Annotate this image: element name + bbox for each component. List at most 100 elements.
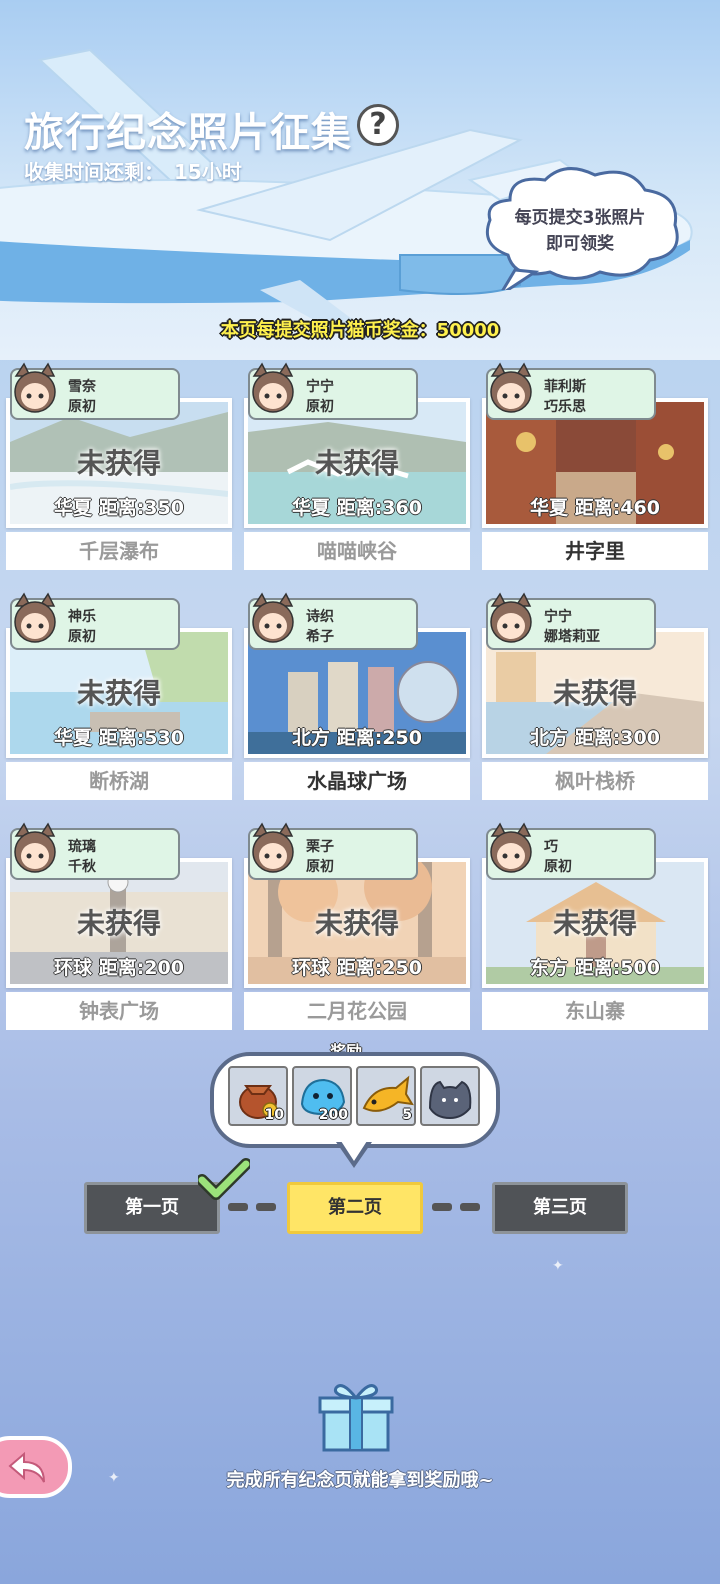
character-avatar-icon	[252, 362, 294, 413]
character-avatar-icon	[14, 822, 56, 873]
character-avatar-icon	[14, 362, 56, 413]
character-name: 栗子	[306, 839, 334, 855]
distance-value: 距离:250	[336, 957, 422, 979]
connector-dash	[432, 1203, 452, 1211]
footer-hint: 完成所有纪念页就能拿到奖励哦~	[226, 1470, 494, 1491]
region-label: 华夏	[292, 497, 331, 519]
cat-plush-icon	[428, 1080, 472, 1120]
location-photo: 北方 距离:250	[248, 632, 466, 754]
distance-text: 北方 距离:250	[248, 723, 466, 750]
reward-item-coin-bag[interactable]: 10	[228, 1066, 288, 1126]
page-title: 旅行纪念照片征集	[24, 110, 352, 156]
photo-card[interactable]: 未获得东方 距离:500 东山寨 巧原初	[482, 822, 708, 1030]
distance-value: 距离:300	[574, 727, 660, 749]
distance-value: 距离:530	[98, 727, 184, 749]
region-label: 华夏	[54, 727, 93, 749]
region-label: 北方	[292, 727, 331, 749]
location-photo: 未获得北方 距离:300	[486, 632, 704, 754]
distance-value: 距离:250	[336, 727, 422, 749]
distance-text: 华夏 距离:360	[248, 493, 466, 520]
photo-card[interactable]: 未获得北方 距离:300 枫叶栈桥 宁宁娜塔莉亚	[482, 592, 708, 800]
character-name: 宁宁	[544, 609, 572, 625]
character-avatar-icon	[490, 592, 532, 643]
photo-card[interactable]: 未获得 环球 距离:200 钟表广场 琉璃 千秋	[6, 822, 232, 1030]
location-name: 断桥湖	[6, 762, 232, 800]
distance-text: 东方 距离:500	[486, 953, 704, 980]
character-outfit: 原初	[306, 859, 334, 875]
location-name: 水晶球广场	[244, 762, 470, 800]
timer-value: 15小时	[174, 160, 242, 184]
status-text: 未获得	[314, 907, 399, 940]
region-label: 华夏	[530, 497, 569, 519]
distance-text: 华夏 距离:350	[10, 493, 228, 520]
location-photo: 未获得环球 距离:250	[248, 862, 466, 984]
character-name: 巧	[544, 839, 558, 855]
distance-text: 华夏 距离:460	[486, 493, 704, 520]
character-outfit: 原初	[544, 859, 572, 875]
gift-box-icon[interactable]	[318, 1380, 394, 1452]
distance-text: 环球 距离:200	[10, 953, 228, 980]
back-button[interactable]	[0, 1436, 72, 1498]
help-icon[interactable]: ?	[357, 104, 399, 146]
character-outfit: 原初	[68, 399, 96, 415]
character-outfit: 希子	[306, 629, 334, 645]
character-name: 琉璃	[68, 839, 96, 855]
status-text: 未获得	[76, 677, 161, 710]
page-3-button[interactable]: 第三页	[492, 1182, 628, 1234]
connector-dash	[256, 1203, 276, 1211]
distance-value: 距离:500	[574, 957, 660, 979]
distance-text: 北方 距离:300	[486, 723, 704, 750]
region-label: 华夏	[54, 497, 93, 519]
reward-item-cat-plush[interactable]	[420, 1066, 480, 1126]
location-photo: 未获得东方 距离:500	[486, 862, 704, 984]
reward-item-fish[interactable]: 5	[356, 1066, 416, 1126]
photo-card[interactable]: 未获得 环球 距离:250 二月花公园 栗子 原初	[244, 822, 470, 1030]
back-arrow-icon	[8, 1451, 45, 1483]
character-avatar-icon	[14, 592, 56, 643]
reward-item-blue-slime[interactable]: 200	[292, 1066, 352, 1126]
photo-card[interactable]: 未获得 华夏 距离:530 断桥湖 神乐 原初	[6, 592, 232, 800]
status-text: 未获得	[552, 907, 637, 940]
region-label: 环球	[54, 957, 93, 979]
timer-text: 收集时间还剩： 15小时	[24, 156, 242, 185]
reward-count: 200	[318, 1107, 348, 1123]
region-label: 北方	[530, 727, 569, 749]
character-avatar-icon	[252, 592, 294, 643]
photo-card[interactable]: 未获得 华夏 距离:350 千层瀑布 雪奈原初	[6, 362, 232, 570]
status-text: 未获得	[552, 677, 637, 710]
character-outfit: 巧乐思	[544, 399, 586, 415]
reward-bubble-tail-inner	[341, 1141, 367, 1161]
location-name: 千层瀑布	[6, 532, 232, 570]
location-name: 喵喵峡谷	[244, 532, 470, 570]
location-photo: 未获得 华夏 距离:350	[10, 402, 228, 524]
region-label: 环球	[292, 957, 331, 979]
location-name: 枫叶栈桥	[482, 762, 708, 800]
photo-card[interactable]: 华夏 距离:460 井字里 菲利斯 巧乐思	[482, 362, 708, 570]
character-avatar-icon	[490, 822, 532, 873]
character-avatar-icon	[490, 362, 532, 413]
tip-line-1: 每页提交3张照片	[514, 208, 646, 228]
character-outfit: 千秋	[68, 859, 96, 875]
photo-card[interactable]: 北方 距离:250 水晶球广场 诗织希子	[244, 592, 470, 800]
distance-text: 环球 距离:250	[248, 953, 466, 980]
character-name: 雪奈	[68, 379, 96, 395]
location-name: 井字里	[482, 532, 708, 570]
reward-count: 5	[402, 1107, 412, 1123]
photo-card[interactable]: 未获得 华夏 距离:360 喵喵峡谷 宁宁 原初	[244, 362, 470, 570]
location-photo: 未获得 环球 距离:200	[10, 862, 228, 984]
status-text: 未获得	[314, 447, 399, 480]
location-name: 东山寨	[482, 992, 708, 1030]
connector-dash	[460, 1203, 480, 1211]
checkmark-icon	[198, 1158, 250, 1200]
bonus-text: 本页每提交照片猫币奖金：50000	[220, 320, 500, 341]
region-label: 东方	[530, 957, 569, 979]
location-photo: 未获得华夏 距离:360	[248, 402, 466, 524]
character-outfit: 原初	[306, 399, 334, 415]
character-outfit: 娜塔莉亚	[544, 629, 600, 645]
character-name: 诗织	[306, 609, 334, 625]
location-photo: 未获得华夏 距离:530	[10, 632, 228, 754]
page-2-button[interactable]: 第二页	[287, 1182, 423, 1234]
distance-value: 距离:360	[336, 497, 422, 519]
timer-label: 收集时间还剩：	[24, 160, 164, 184]
distance-text: 华夏 距离:530	[10, 723, 228, 750]
